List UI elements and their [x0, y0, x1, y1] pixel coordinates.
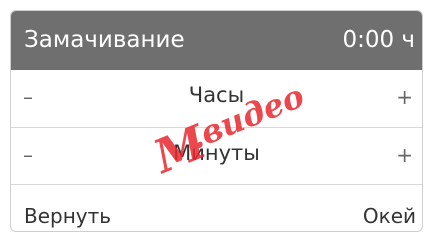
- soak-time-dialog: Замачивание 0:00 ч – Часы + – Минуты + В…: [10, 10, 423, 232]
- minutes-label: Минуты: [173, 141, 260, 165]
- hours-label: Часы: [188, 83, 245, 107]
- dialog-footer: Вернуть Окей: [11, 184, 422, 231]
- dialog-title: Замачивание: [24, 27, 185, 53]
- back-button[interactable]: Вернуть: [24, 204, 111, 228]
- time-value: 0:00 ч: [342, 27, 415, 53]
- ok-button[interactable]: Окей: [363, 204, 416, 228]
- dialog-header: Замачивание 0:00 ч: [11, 11, 422, 70]
- minutes-increment-button[interactable]: +: [396, 143, 413, 167]
- minutes-row: – Минуты +: [11, 127, 422, 184]
- hours-increment-button[interactable]: +: [396, 85, 413, 109]
- hours-row: – Часы +: [11, 70, 422, 127]
